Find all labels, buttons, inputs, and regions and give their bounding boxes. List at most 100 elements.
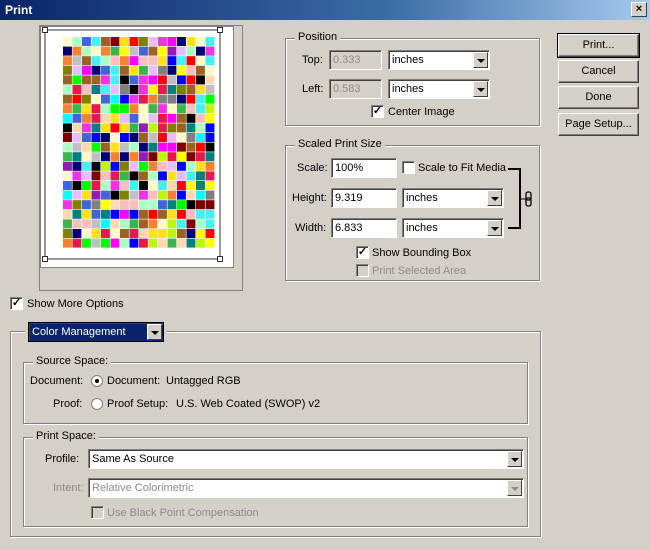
color-swatch bbox=[177, 56, 186, 66]
color-swatch bbox=[101, 219, 110, 229]
color-swatch bbox=[177, 65, 186, 75]
color-swatch bbox=[158, 219, 167, 229]
color-swatch bbox=[177, 85, 186, 94]
color-swatch bbox=[158, 75, 167, 85]
cancel-button[interactable]: Cancel bbox=[558, 60, 639, 83]
bounding-box-handle[interactable] bbox=[217, 256, 223, 262]
color-swatch bbox=[101, 190, 110, 200]
color-swatch bbox=[110, 46, 120, 56]
color-swatch bbox=[139, 113, 148, 123]
color-swatch bbox=[158, 229, 167, 238]
color-swatch bbox=[186, 113, 196, 123]
color-swatch bbox=[120, 37, 129, 46]
done-button[interactable]: Done bbox=[558, 86, 639, 109]
color-swatch bbox=[196, 65, 205, 75]
scale-to-fit-checkbox[interactable] bbox=[402, 161, 415, 174]
width-field[interactable]: 6.833 bbox=[331, 218, 397, 238]
color-swatch bbox=[63, 56, 72, 66]
color-swatch bbox=[91, 75, 101, 85]
color-swatch bbox=[110, 181, 120, 190]
left-field[interactable]: 0.583 bbox=[329, 79, 382, 99]
color-swatch bbox=[63, 75, 72, 85]
top-unit-select[interactable]: inches bbox=[388, 50, 490, 70]
show-more-options-label: Show More Options bbox=[27, 298, 124, 310]
scale-label: Scale: bbox=[297, 162, 328, 174]
color-swatch bbox=[158, 209, 167, 219]
color-swatch bbox=[158, 200, 167, 210]
color-swatch bbox=[101, 133, 110, 142]
color-swatch bbox=[148, 200, 158, 210]
color-swatch bbox=[167, 113, 177, 123]
scale-field[interactable]: 100% bbox=[331, 158, 397, 178]
color-swatch bbox=[129, 209, 139, 219]
preview-paper bbox=[40, 26, 234, 268]
color-swatch bbox=[167, 229, 177, 238]
left-unit-select[interactable]: inches bbox=[388, 79, 490, 99]
bounding-box-handle[interactable] bbox=[217, 27, 223, 33]
proof-radio[interactable] bbox=[91, 398, 103, 410]
color-swatch bbox=[63, 238, 72, 248]
color-swatch bbox=[120, 219, 129, 229]
color-swatch bbox=[72, 104, 82, 114]
color-swatch bbox=[186, 200, 196, 210]
document-profile: Untagged RGB bbox=[166, 375, 241, 387]
print-button[interactable]: Print... bbox=[557, 33, 640, 58]
color-swatch bbox=[148, 219, 158, 229]
chain-link-icon[interactable] bbox=[508, 168, 538, 232]
bounding-box-handle[interactable] bbox=[42, 256, 48, 262]
show-bounding-box-checkbox[interactable]: ✓ bbox=[356, 246, 369, 259]
height-field[interactable]: 9.319 bbox=[331, 188, 397, 208]
color-swatch bbox=[205, 94, 215, 104]
show-more-options-checkbox[interactable]: ✓ bbox=[10, 297, 23, 310]
width-unit-select[interactable]: inches bbox=[402, 218, 504, 238]
profile-value: Same As Source bbox=[92, 453, 174, 465]
color-swatch bbox=[186, 37, 196, 46]
color-swatch bbox=[120, 171, 129, 181]
height-unit-select[interactable]: inches bbox=[402, 188, 504, 208]
color-swatch bbox=[186, 65, 196, 75]
color-swatch bbox=[91, 104, 101, 114]
document-radio[interactable] bbox=[91, 375, 103, 387]
color-swatch bbox=[63, 85, 72, 94]
color-swatch bbox=[196, 56, 205, 66]
color-swatch bbox=[167, 85, 177, 94]
black-point-compensation-checkbox[interactable] bbox=[91, 506, 104, 519]
color-swatch bbox=[148, 65, 158, 75]
color-swatch bbox=[177, 113, 186, 123]
print-selected-area-checkbox[interactable] bbox=[356, 264, 369, 277]
color-swatch bbox=[177, 46, 186, 56]
color-swatch bbox=[177, 219, 186, 229]
color-swatch bbox=[120, 161, 129, 171]
color-swatch bbox=[63, 133, 72, 142]
color-swatch bbox=[91, 142, 101, 152]
color-swatch bbox=[186, 123, 196, 133]
color-swatch bbox=[72, 94, 82, 104]
color-swatch bbox=[148, 104, 158, 114]
color-swatch bbox=[110, 75, 120, 85]
top-field[interactable]: 0.333 bbox=[329, 50, 382, 70]
color-swatch bbox=[196, 123, 205, 133]
color-swatch bbox=[196, 133, 205, 142]
color-swatch bbox=[186, 181, 196, 190]
center-image-checkbox[interactable]: ✓ bbox=[371, 105, 384, 118]
color-swatch bbox=[139, 37, 148, 46]
proof-profile: U.S. Web Coated (SWOP) v2 bbox=[176, 398, 321, 410]
bounding-box-handle[interactable] bbox=[42, 27, 48, 33]
color-swatch bbox=[148, 37, 158, 46]
close-button[interactable]: × bbox=[631, 2, 647, 17]
page-setup-button[interactable]: Page Setup... bbox=[558, 113, 639, 136]
color-swatch bbox=[72, 46, 82, 56]
color-swatch bbox=[110, 133, 120, 142]
color-swatch-grid bbox=[63, 37, 215, 248]
color-swatch bbox=[186, 171, 196, 181]
color-swatch bbox=[82, 209, 91, 219]
profile-select[interactable]: Same As Source bbox=[88, 449, 524, 469]
color-swatch bbox=[139, 229, 148, 238]
color-swatch bbox=[72, 200, 82, 210]
intent-select[interactable]: Relative Colorimetric bbox=[88, 478, 524, 498]
color-swatch bbox=[158, 190, 167, 200]
options-type-select[interactable]: Color Management bbox=[28, 322, 164, 342]
color-swatch bbox=[91, 238, 101, 248]
color-swatch bbox=[72, 209, 82, 219]
color-swatch bbox=[110, 190, 120, 200]
